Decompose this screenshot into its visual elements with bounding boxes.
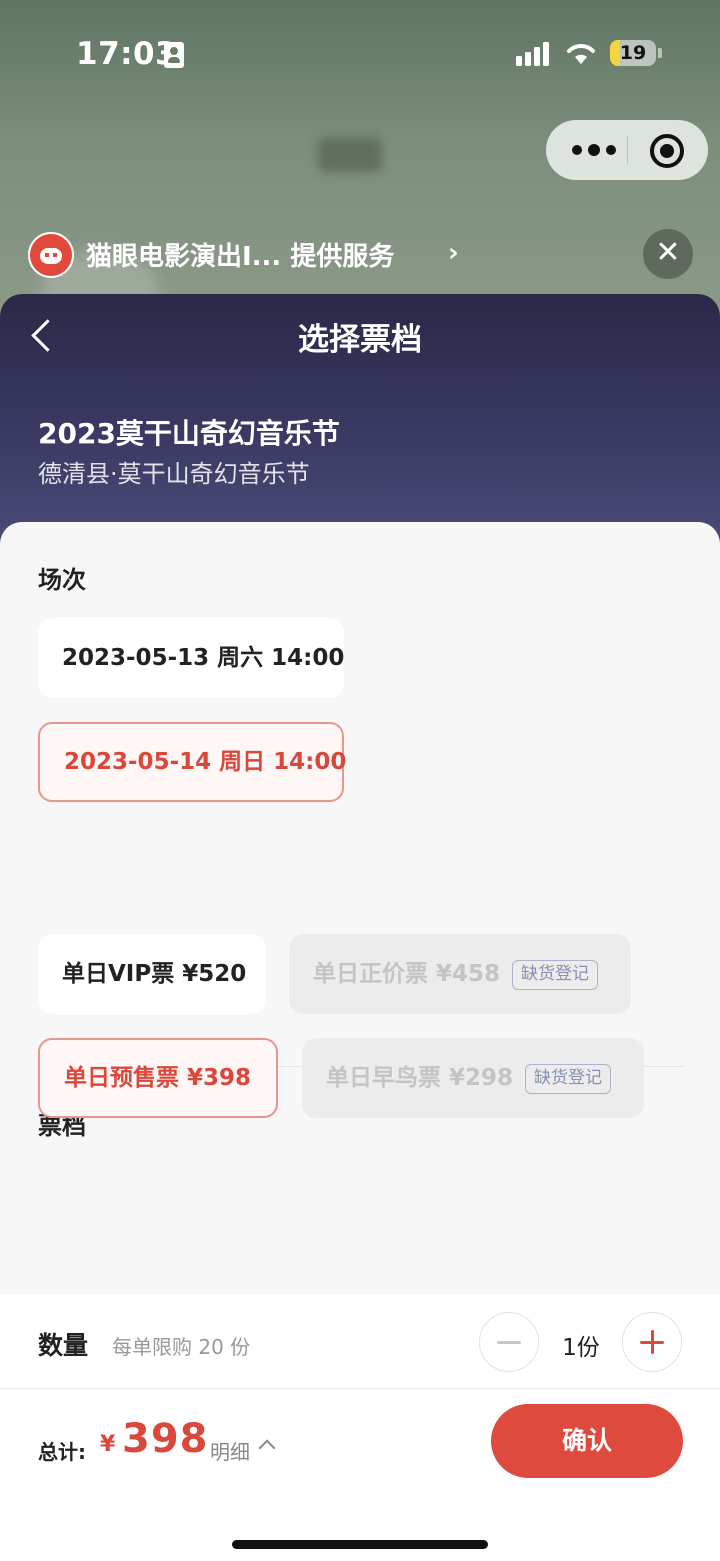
ticket-option-label: 单日预售票 ¥398 xyxy=(64,1065,252,1091)
miniprogram-capsule xyxy=(546,120,708,180)
close-button[interactable]: ✕ xyxy=(643,229,693,279)
checkout-footer: 总计: ¥ 398 明细 确认 xyxy=(0,1390,720,1561)
battery-level: 19 xyxy=(619,42,647,64)
quantity-value: 1份 xyxy=(562,1335,600,1361)
ticket-option-regular[interactable]: 单日正价票 ¥458 缺货登记 xyxy=(289,934,631,1014)
ticket-option-label: 单日早鸟票 ¥298 xyxy=(326,1065,514,1091)
home-indicator xyxy=(232,1540,488,1549)
total-label: 总计: xyxy=(38,1440,86,1464)
increase-quantity-button[interactable] xyxy=(622,1312,682,1372)
ticket-option-label: 单日VIP票 ¥520 xyxy=(62,961,247,987)
session-option-selected[interactable]: 2023-05-14 周日 14:00 xyxy=(38,722,346,802)
total-amount: 398 xyxy=(122,1416,209,1462)
quantity-label: 数量 xyxy=(38,1331,89,1360)
chevron-up-icon[interactable] xyxy=(258,1439,276,1457)
sheet-header: 选择票档 2023莫干山奇幻音乐节 德清县·莫干山奇幻音乐节 xyxy=(0,294,720,554)
stockout-tag[interactable]: 缺货登记 xyxy=(512,959,599,990)
quantity-limit: 每单限购 20 份 xyxy=(112,1335,251,1359)
provider-text: 猫眼电影演出I... 提供服务 xyxy=(86,242,395,272)
ticket-option-label: 单日正价票 ¥458 xyxy=(313,961,501,987)
blurred-page-title xyxy=(318,138,382,172)
decrease-quantity-button[interactable] xyxy=(479,1312,539,1372)
session-option[interactable]: 2023-05-13 周六 14:00 xyxy=(38,618,344,698)
cellular-signal-icon xyxy=(516,42,552,66)
session-section-label: 场次 xyxy=(38,566,86,594)
total-currency: ¥ xyxy=(100,1432,116,1457)
status-time: 17:03 xyxy=(76,36,178,72)
ticket-selection-sheet: 选择票档 2023莫干山奇幻音乐节 德清县·莫干山奇幻音乐节 场次 2023-0… xyxy=(0,294,720,1561)
close-miniprogram-icon[interactable] xyxy=(650,134,684,168)
event-title: 2023莫干山奇幻音乐节 xyxy=(38,417,340,450)
ticket-option-presale-selected[interactable]: 单日预售票 ¥398 xyxy=(38,1038,278,1118)
battery-tip xyxy=(658,48,662,58)
ticket-option-earlybird[interactable]: 单日早鸟票 ¥298 缺货登记 xyxy=(302,1038,644,1118)
chevron-right-icon: › xyxy=(448,238,459,268)
maoyan-logo-icon xyxy=(28,232,74,278)
confirm-button[interactable]: 确认 xyxy=(491,1404,683,1478)
capsule-divider xyxy=(627,136,628,164)
stockout-tag[interactable]: 缺货登记 xyxy=(525,1063,612,1094)
quantity-row: 数量 每单限购 20 份 1份 xyxy=(0,1294,720,1389)
more-options-icon[interactable] xyxy=(572,138,626,162)
event-venue: 德清县·莫干山奇幻音乐节 xyxy=(38,460,310,488)
provider-bar[interactable]: 猫眼电影演出I... 提供服务 › xyxy=(28,230,668,280)
contact-card-icon xyxy=(164,42,184,68)
ticket-option-vip[interactable]: 单日VIP票 ¥520 xyxy=(38,934,266,1014)
price-detail-link[interactable]: 明细 xyxy=(210,1436,250,1465)
wifi-icon xyxy=(567,44,595,64)
status-bar: 17:03 19 xyxy=(0,0,720,108)
battery-icon: 19 xyxy=(610,40,656,66)
page-title: 选择票档 xyxy=(298,322,422,358)
